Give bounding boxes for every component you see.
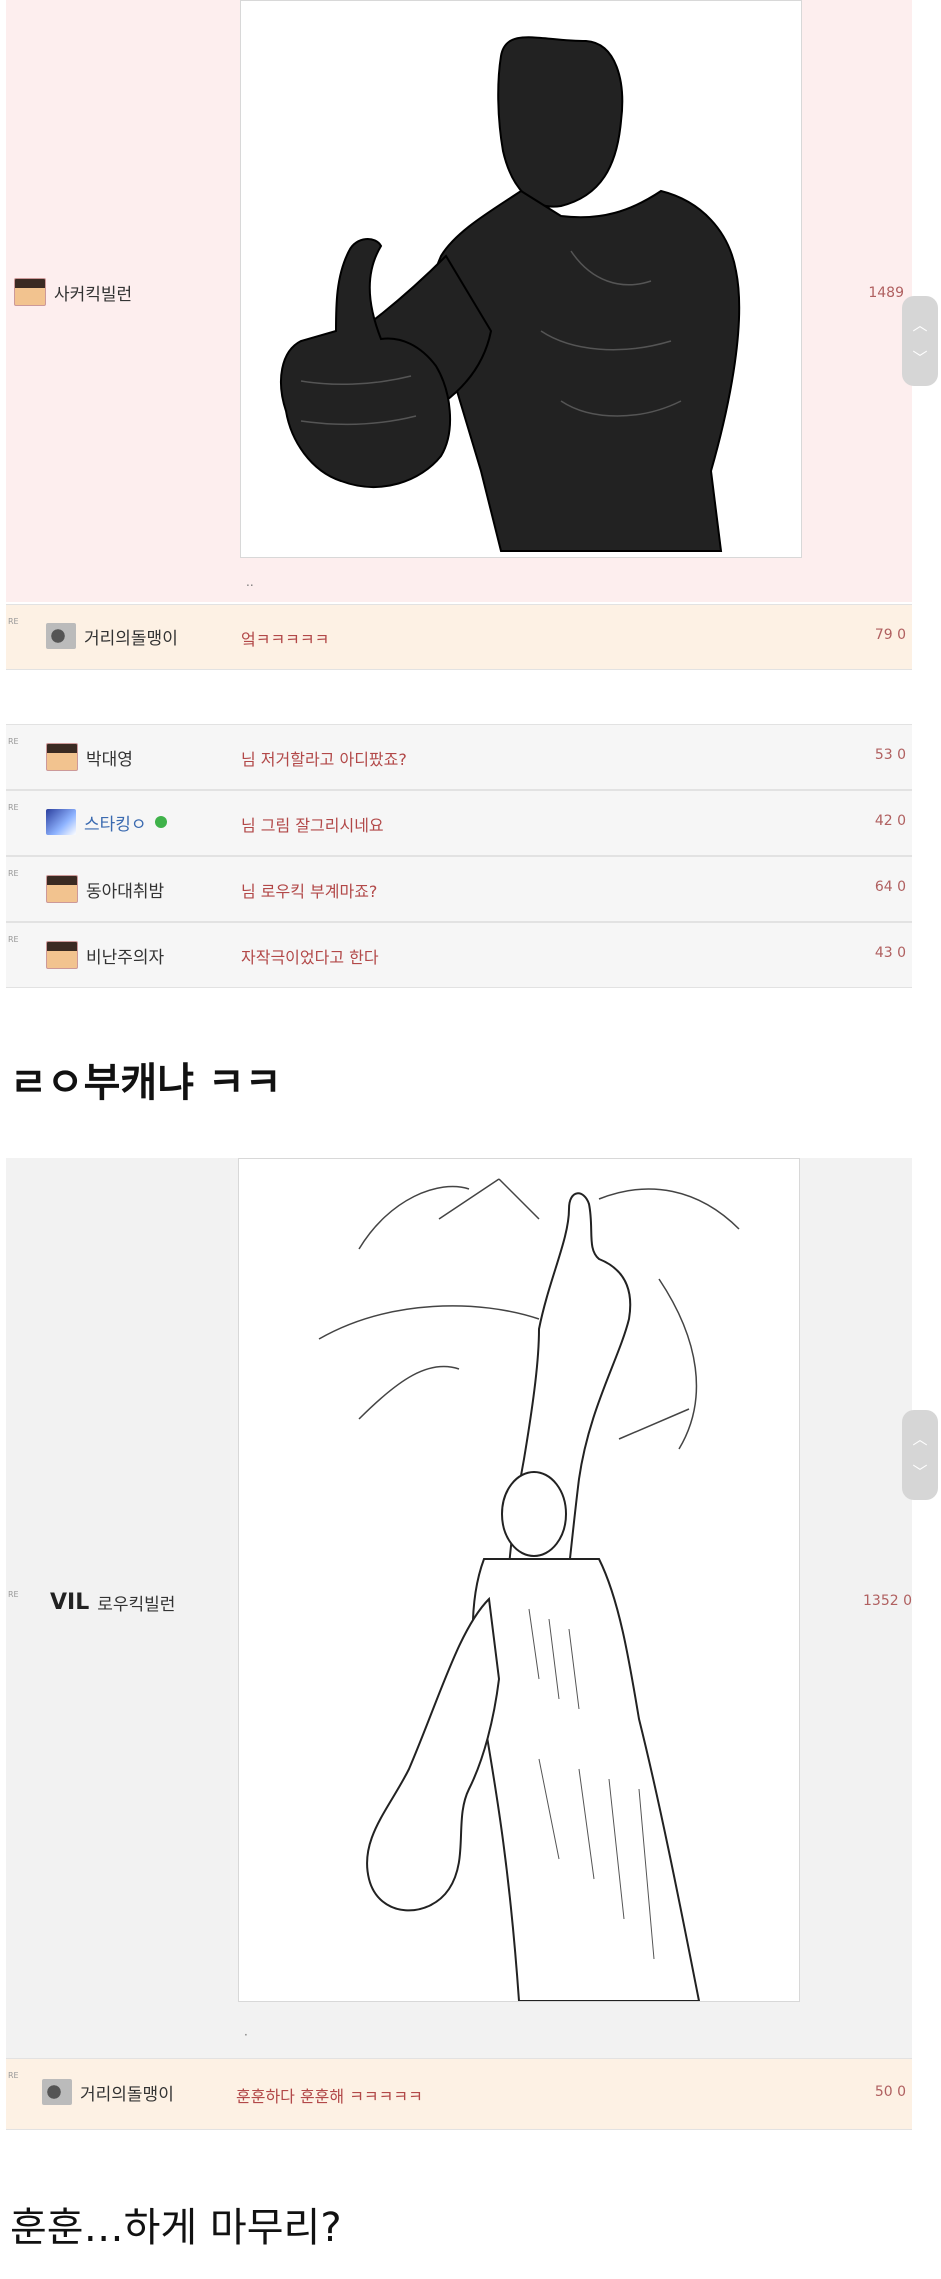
post-dot: · xyxy=(244,2028,248,2042)
reply-row[interactable]: RE 스타킹ㅇ 님 그림 잘그리시네요 42 0 xyxy=(6,790,912,856)
man-avatar xyxy=(46,875,78,903)
reply-author[interactable]: 스타킹ㅇ xyxy=(46,809,167,835)
reply-message: 님 그림 잘그리시네요 xyxy=(241,816,384,835)
re-label: RE xyxy=(8,1590,19,1599)
re-label: RE xyxy=(8,935,19,944)
post-image xyxy=(240,0,802,558)
chevron-down-icon[interactable]: ﹀ xyxy=(912,347,927,368)
post-author-name: 사커킥빌런 xyxy=(54,284,133,305)
reply-author-name: 스타킹ㅇ xyxy=(84,814,147,835)
thread-2: RE VIL 로우킥빌런 1352 0 · RE 거리의돌맹이 훈훈하다 훈훈해… xyxy=(6,1158,912,2130)
reply-message: 자작극이었다고 한다 xyxy=(241,948,379,967)
caption-2: 훈훈…하게 마무리? xyxy=(10,2205,342,2251)
reply-row[interactable]: RE 거리의돌맹이 엌ㅋㅋㅋㅋㅋ 79 0 xyxy=(6,604,912,670)
reply-author[interactable]: 거리의돌맹이 xyxy=(42,2079,174,2105)
reply-count: 79 0 xyxy=(874,627,906,643)
reply-author-name: 비난주의자 xyxy=(86,947,165,968)
reply-author-name: 거리의돌맹이 xyxy=(84,628,178,649)
reply-row[interactable]: RE 거리의돌맹이 훈훈하다 훈훈해 ㅋㅋㅋㅋㅋ 50 0 xyxy=(6,2058,912,2130)
post-author[interactable]: 사커킥빌런 xyxy=(14,278,132,306)
reply-count: 50 0 xyxy=(874,2084,906,2100)
reply-author[interactable]: 비난주의자 xyxy=(46,941,164,969)
reply-count: 53 0 xyxy=(874,747,906,763)
cat-avatar xyxy=(46,623,76,649)
thread-1: 사커킥빌런 1489 .. RE 거리의돌맹이 엌ㅋㅋㅋㅋㅋ 79 0 RE 박… xyxy=(6,0,912,988)
online-status-icon xyxy=(154,816,167,828)
reply-author-name: 동아대취밤 xyxy=(86,881,165,902)
reply-count: 43 0 xyxy=(874,945,906,961)
post-row: RE VIL 로우킥빌런 1352 0 · xyxy=(6,1158,912,2058)
reply-count: 42 0 xyxy=(874,813,906,829)
re-label: RE xyxy=(8,2071,19,2080)
reply-author[interactable]: 박대영 xyxy=(46,743,133,771)
reply-row[interactable]: RE 박대영 님 저거할라고 아디팠죠? 53 0 xyxy=(6,724,912,790)
post-author[interactable]: VIL 로우킥빌런 xyxy=(50,1590,175,1615)
man-avatar xyxy=(46,743,78,771)
reply-author[interactable]: 동아대취밤 xyxy=(46,875,164,903)
post-row: 사커킥빌런 1489 .. xyxy=(6,0,912,602)
reply-row[interactable]: RE 비난주의자 자작극이었다고 한다 43 0 xyxy=(6,922,912,988)
post-author-name: 로우킥빌런 xyxy=(97,1595,176,1615)
man-avatar xyxy=(14,278,46,306)
raised-thumb-sketch-drawing xyxy=(318,1178,740,2001)
post-dot: .. xyxy=(246,575,254,589)
post-image xyxy=(238,1158,800,2002)
reply-message: 님 저거할라고 아디팠죠? xyxy=(241,750,407,769)
man-avatar xyxy=(46,941,78,969)
re-label: RE xyxy=(8,617,19,626)
post-count: 1489 xyxy=(868,285,904,301)
scroll-control[interactable]: ︿ ﹀ xyxy=(902,1410,938,1500)
thumbs-up-silhouette-drawing xyxy=(280,36,741,552)
anime-avatar xyxy=(46,809,76,835)
cat-avatar xyxy=(42,2079,72,2105)
chevron-up-icon[interactable]: ︿ xyxy=(912,314,927,335)
reply-message: 님 로우킥 부계마죠? xyxy=(241,882,378,901)
reply-count: 64 0 xyxy=(874,879,906,895)
chevron-down-icon[interactable]: ﹀ xyxy=(912,1461,927,1482)
reply-message: 엌ㅋㅋㅋㅋㅋ xyxy=(241,630,330,649)
reply-author-name: 거리의돌맹이 xyxy=(80,2084,174,2105)
reply-row[interactable]: RE 동아대취밤 님 로우킥 부계마죠? 64 0 xyxy=(6,856,912,922)
chevron-up-icon[interactable]: ︿ xyxy=(912,1428,927,1449)
reply-author-name: 박대영 xyxy=(86,749,133,770)
reply-message: 훈훈하다 훈훈해 ㅋㅋㅋㅋㅋ xyxy=(236,2087,423,2106)
re-label: RE xyxy=(8,869,19,878)
author-prefix: VIL xyxy=(50,1590,90,1615)
reply-author[interactable]: 거리의돌맹이 xyxy=(46,623,178,649)
re-label: RE xyxy=(8,803,19,812)
re-label: RE xyxy=(8,737,19,746)
post-count: 1352 0 xyxy=(863,1593,912,1609)
scroll-control[interactable]: ︿ ﹀ xyxy=(902,296,938,386)
caption-1: ㄹㅇ부캐냐 ㅋㅋ xyxy=(10,1060,282,1106)
